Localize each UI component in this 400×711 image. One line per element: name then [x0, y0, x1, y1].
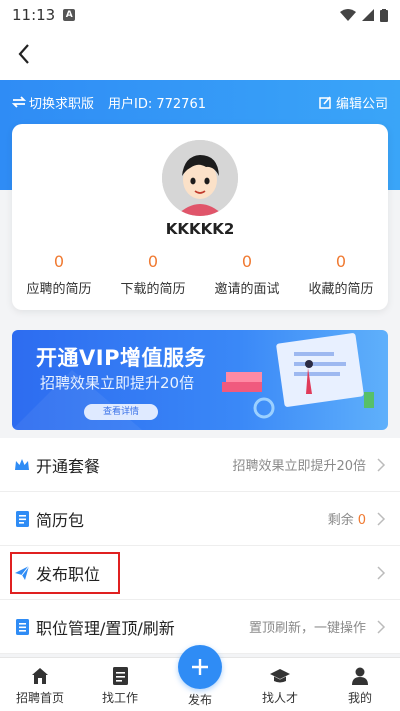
- menu-item-label: 开通套餐: [36, 456, 101, 476]
- user-id: 用户ID: 772761: [108, 96, 206, 112]
- switch-mode-button[interactable]: 切换求职版: [12, 93, 94, 112]
- banner-subtitle: 招聘效果立即提升20倍: [40, 374, 195, 392]
- stat-label: 邀请的面试: [214, 282, 280, 297]
- back-button[interactable]: [8, 38, 40, 70]
- stat-downloaded-resumes[interactable]: 0 下载的简历: [106, 252, 200, 297]
- edit-company-button[interactable]: 编辑公司: [319, 93, 388, 112]
- tab-label: 招聘首页: [15, 691, 64, 705]
- avatar[interactable]: [162, 140, 238, 216]
- stat-value: 0: [335, 252, 347, 271]
- switch-mode-label: 切换求职版: [29, 96, 95, 112]
- graduation-cap-icon: [270, 666, 290, 686]
- banner-details-button[interactable]: 查看详情: [84, 404, 158, 420]
- tab-mine[interactable]: 我的: [320, 658, 400, 711]
- tab-find-talent[interactable]: 找人才: [240, 658, 320, 711]
- remaining-label: 剩余: [327, 513, 354, 528]
- tab-label: 找人才: [261, 691, 298, 705]
- edit-icon: [319, 95, 331, 109]
- stat-applied-resumes[interactable]: 0 应聘的简历: [12, 252, 106, 297]
- document-icon: [110, 666, 130, 686]
- crown-icon: [14, 457, 30, 473]
- chevron-right-icon: [377, 457, 386, 472]
- status-time: 11:13: [12, 6, 56, 24]
- header-row: 切换求职版 用户ID: 772761 编辑公司: [0, 90, 400, 114]
- chevron-right-icon: [377, 565, 386, 580]
- stat-value: 0: [147, 252, 159, 271]
- plus-icon: [192, 659, 208, 675]
- stats-row: 0 应聘的简历 0 下载的简历 0 邀请的面试 0 收藏的简历: [12, 252, 388, 297]
- tab-label: 我的: [347, 691, 372, 705]
- edit-company-label: 编辑公司: [335, 96, 388, 112]
- status-bar: 11:13 A: [0, 0, 400, 30]
- person-icon: [350, 666, 370, 686]
- top-bar: [0, 30, 400, 80]
- stat-label: 下载的简历: [120, 282, 186, 297]
- username: KKKKK2: [165, 220, 235, 238]
- highlight-box: [10, 552, 120, 594]
- menu-item-resume-package[interactable]: 简历包 剩余 0: [0, 492, 400, 546]
- tab-label: 找工作: [101, 691, 138, 705]
- menu-list: 开通套餐 招聘效果立即提升20倍 简历包 剩余 0 发布职位 职位管理/置顶/刷新…: [0, 438, 400, 654]
- chevron-left-icon: [18, 44, 29, 64]
- stat-value: 0: [241, 252, 253, 271]
- tab-recruit-home[interactable]: 招聘首页: [0, 658, 80, 711]
- publish-label: 发布: [187, 693, 212, 707]
- battery-icon: [380, 8, 388, 22]
- menu-item-label: 职位管理/置顶/刷新: [36, 618, 175, 638]
- stat-value: 0: [53, 252, 65, 271]
- switch-icon: [12, 96, 26, 108]
- tab-find-job[interactable]: 找工作: [80, 658, 160, 711]
- menu-item-hint: 招聘效果立即提升20倍: [232, 459, 366, 474]
- menu-item-label: 简历包: [36, 510, 85, 530]
- avatar-illustration: [162, 140, 238, 216]
- menu-item-post-job[interactable]: 发布职位: [0, 546, 400, 600]
- profile-card: KKKKK2 0 应聘的简历 0 下载的简历 0 邀请的面试 0 收藏的简历: [12, 124, 388, 310]
- document-icon: [14, 510, 30, 527]
- signal-icon: [362, 9, 374, 21]
- status-icons: [340, 8, 388, 22]
- stat-label: 应聘的简历: [26, 282, 92, 297]
- chevron-right-icon: [377, 511, 386, 526]
- menu-item-open-package[interactable]: 开通套餐 招聘效果立即提升20倍: [0, 438, 400, 492]
- wifi-icon: [340, 9, 356, 21]
- stat-label: 收藏的简历: [308, 282, 374, 297]
- remaining-count: 0: [357, 513, 366, 528]
- stat-saved-resumes[interactable]: 0 收藏的简历: [294, 252, 388, 297]
- banner-title: 开通VIP增值服务: [36, 346, 206, 370]
- notification-icon: A: [63, 9, 76, 21]
- list-icon: [14, 618, 30, 635]
- publish-button[interactable]: [178, 645, 222, 689]
- home-icon: [30, 666, 50, 686]
- vip-banner[interactable]: 开通VIP增值服务 招聘效果立即提升20倍 查看详情: [12, 330, 388, 430]
- menu-item-hint: 剩余 0: [328, 509, 366, 528]
- menu-item-hint: 置顶刷新，一键操作: [248, 621, 366, 636]
- stat-invited-interviews[interactable]: 0 邀请的面试: [200, 252, 294, 297]
- chevron-right-icon: [377, 619, 386, 634]
